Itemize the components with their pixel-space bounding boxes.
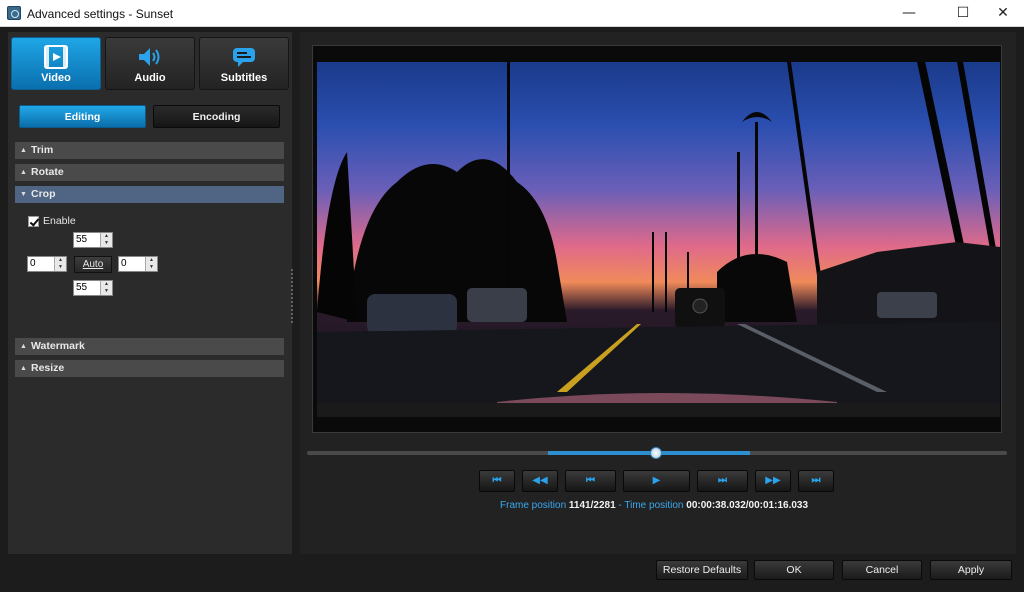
tab-subtitles[interactable]: Subtitles [199,37,289,90]
crop-auto-button[interactable]: Auto [74,256,112,273]
tab-audio-label: Audio [134,72,166,84]
section-crop[interactable]: ▼ Crop [15,186,284,203]
crop-enable-label: Enable [43,215,76,227]
panel-splitter-handle[interactable] [290,268,294,324]
section-resize-label: Resize [31,362,65,374]
video-preview [312,45,1002,433]
spin-down-icon[interactable]: ▼ [55,264,66,271]
frame-position-value: 1141/2281 [568,500,616,511]
spin-up-icon[interactable]: ▲ [101,233,112,240]
frame-position-label: Frame position [500,500,567,511]
title-bar: Advanced settings - Sunset — ☐ ✕ [0,0,1024,27]
sunset-scene-image [317,62,1000,417]
time-position-label: Time position [624,500,684,511]
crop-left-input[interactable]: 0 ▲ ▼ [27,256,67,272]
crop-enable-checkbox[interactable] [28,216,39,227]
collapse-arrow-icon: ▼ [20,191,27,198]
section-resize[interactable]: ▲ Resize [15,360,284,377]
spin-down-icon[interactable]: ▼ [101,240,112,247]
video-bottom-strip [317,403,1000,417]
crop-bottom-value: 55 [76,282,88,293]
crop-right-value: 0 [121,258,127,269]
section-crop-label: Crop [31,188,56,200]
section-rotate-label: Rotate [31,166,64,178]
section-trim[interactable]: ▲ Trim [15,142,284,159]
settings-panel: Video Audio Subtitles Editing Encoding ▲… [8,32,292,554]
spin-arrows[interactable]: ▲ ▼ [54,257,66,271]
spin-up-icon[interactable]: ▲ [146,257,157,264]
window-title: Advanced settings - Sunset [27,7,174,21]
app-icon [7,6,21,20]
seek-bar-selection [548,451,750,455]
tab-subtitles-label: Subtitles [220,72,268,84]
cancel-button[interactable]: Cancel [842,560,922,580]
expand-arrow-icon: ▲ [20,343,27,350]
spin-arrows[interactable]: ▲ ▼ [145,257,157,271]
next-frame-button[interactable]: ⏭ [697,470,748,492]
expand-arrow-icon: ▲ [20,147,27,154]
spin-arrows[interactable]: ▲ ▼ [100,281,112,295]
tab-encoding[interactable]: Encoding [153,105,280,128]
crop-right-input[interactable]: 0 ▲ ▼ [118,256,158,272]
video-frame-image [317,62,1000,417]
crop-bottom-input[interactable]: 55 ▲ ▼ [73,280,113,296]
go-to-start-button[interactable]: ⏮ [479,470,515,492]
tab-audio[interactable]: Audio [105,37,195,90]
tab-video-label: Video [41,72,71,84]
tab-video[interactable]: Video [11,37,101,90]
crop-left-value: 0 [30,258,36,269]
restore-defaults-button[interactable]: Restore Defaults [656,560,748,580]
section-rotate[interactable]: ▲ Rotate [15,164,284,181]
expand-arrow-icon: ▲ [20,169,27,176]
speech-bubble-icon [233,48,255,67]
section-watermark-label: Watermark [31,340,85,352]
play-button[interactable]: ▶ [623,470,690,492]
minimize-button[interactable]: — [886,0,932,27]
position-status: Frame position 1141/2281 - Time position… [500,500,808,511]
spin-down-icon[interactable]: ▼ [101,288,112,295]
tab-editing[interactable]: Editing [19,105,146,128]
spin-up-icon[interactable]: ▲ [55,257,66,264]
spin-arrows[interactable]: ▲ ▼ [100,233,112,247]
spin-up-icon[interactable]: ▲ [101,281,112,288]
go-to-end-button[interactable]: ⏭ [798,470,834,492]
spin-down-icon[interactable]: ▼ [146,264,157,271]
section-watermark[interactable]: ▲ Watermark [15,338,284,355]
previous-frame-button[interactable]: ⏮ [565,470,616,492]
video-icon [44,45,68,69]
close-button[interactable]: ✕ [980,0,1024,27]
status-separator: - [618,500,622,511]
time-position-value: 00:00:38.032/00:01:16.033 [686,500,809,511]
seek-handle[interactable] [650,447,662,459]
section-trim-label: Trim [31,144,54,156]
ok-button[interactable]: OK [754,560,834,580]
apply-button[interactable]: Apply [930,560,1012,580]
crop-top-input[interactable]: 55 ▲ ▼ [73,232,113,248]
expand-arrow-icon: ▲ [20,365,27,372]
crop-top-value: 55 [76,234,88,245]
speaker-icon [139,48,160,66]
step-forward-button[interactable]: ▶▶ [755,470,791,492]
step-back-button[interactable]: ◀◀ [522,470,558,492]
